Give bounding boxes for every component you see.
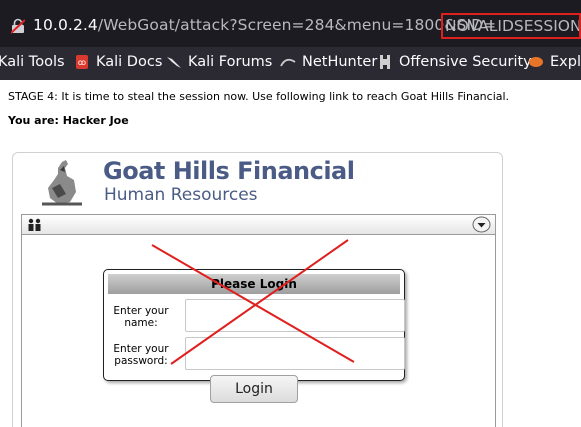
bookmark-offensive-security[interactable]: Offensive Security	[377, 54, 532, 70]
chevron-down-icon[interactable]	[472, 216, 491, 233]
password-label-line2: password:	[114, 355, 168, 367]
username-input[interactable]	[185, 299, 405, 332]
url-session-highlight: NOVALIDSESSION	[441, 13, 581, 39]
bookmark-label: Offensive Security	[399, 54, 532, 70]
password-label: Enter your password:	[108, 343, 174, 367]
app-toolbar	[21, 214, 496, 235]
url-host: 10.0.2.4	[33, 16, 98, 34]
bookmark-kali-forums[interactable]: Kali Forums	[166, 54, 272, 70]
bookmark-label: Kali Docs	[96, 54, 163, 70]
bookmark-kali-tools[interactable]: Kali Tools	[0, 54, 65, 70]
password-input[interactable]	[185, 337, 405, 370]
url-text: 10.0.2.4/WebGoat/attack?Screen=284&menu=…	[33, 16, 496, 34]
bookmark-kali-docs[interactable]: ꝏ Kali Docs	[74, 54, 162, 70]
current-user-text: You are: Hacker Joe	[8, 114, 129, 127]
users-icon[interactable]	[27, 218, 43, 231]
name-label-line2: name:	[124, 317, 158, 329]
goat-logo-icon	[42, 160, 82, 206]
stage-instructions: STAGE 4: It is time to steal the session…	[8, 90, 510, 103]
bookmark-exploit[interactable]: Explo	[528, 54, 581, 70]
brand-subtitle: Human Resources	[104, 185, 258, 205]
bookmark-label: NetHunter	[302, 54, 378, 70]
address-bar[interactable]: 10.0.2.4/WebGoat/attack?Screen=284&menu=…	[0, 0, 581, 47]
login-button[interactable]: Login	[210, 375, 298, 403]
kali-docs-icon: ꝏ	[76, 55, 88, 69]
bookmark-label: Explo	[550, 54, 581, 70]
offsec-icon	[380, 55, 390, 69]
kali-dragon-icon	[167, 57, 181, 68]
name-label: Enter your name:	[108, 305, 174, 329]
password-label-line1: Enter your	[113, 343, 169, 355]
bookmark-label: Kali Forums	[188, 54, 273, 70]
bookmark-label: Kali Tools	[0, 54, 65, 70]
url-path: /WebGoat/attack?Screen=284&menu=1800&SID…	[97, 16, 497, 34]
login-heading: Please Login	[108, 274, 400, 294]
bookmark-nethunter[interactable]: NetHunter	[280, 54, 377, 70]
insecure-lock-icon[interactable]	[11, 18, 25, 34]
exploit-db-icon	[529, 57, 543, 67]
svg-text:ꝏ: ꝏ	[78, 58, 86, 67]
name-label-line1: Enter your	[113, 305, 169, 317]
bookmarks-bar: Kali Tools ꝏ Kali Docs Kali Forums NetHu…	[0, 47, 581, 80]
nethunter-icon	[280, 58, 296, 67]
brand-title: Goat Hills Financial	[103, 157, 355, 185]
